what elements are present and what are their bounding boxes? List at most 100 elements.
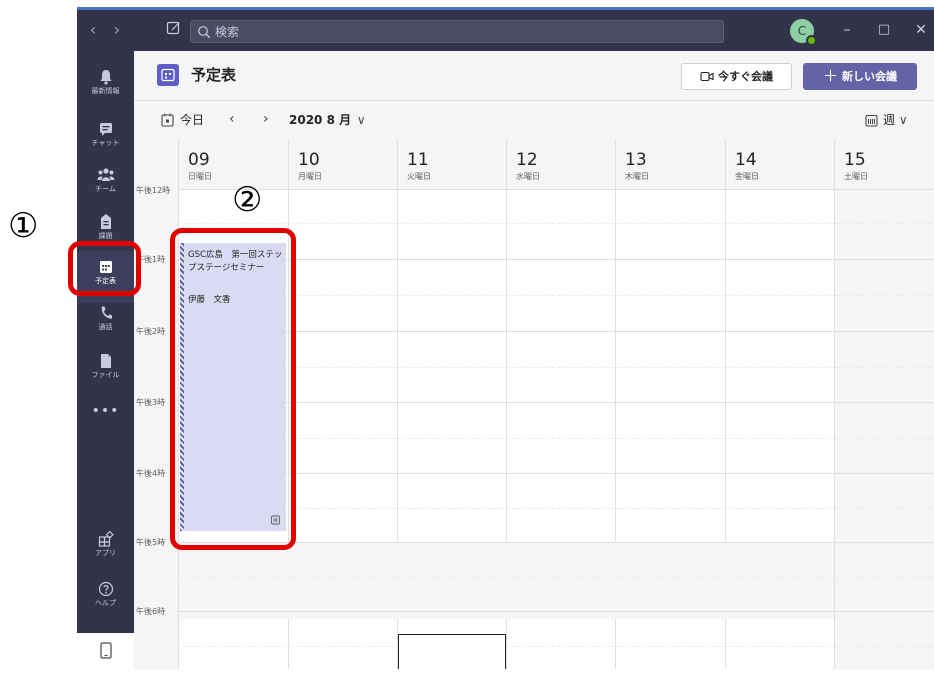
avatar[interactable]: C <box>790 19 817 46</box>
time-label: 午後3時 <box>136 398 166 407</box>
new-meeting-label: 新しい会議 <box>842 70 897 83</box>
rail-item-label: 最新情報 <box>91 87 120 95</box>
assignments-icon <box>100 214 111 229</box>
meet-now-button[interactable]: 今すぐ会議 <box>681 63 792 90</box>
day-name: 水曜日 <box>516 172 540 181</box>
hour-line <box>178 611 934 612</box>
calendar-header: 予定表 今すぐ会議 ＋ 新しい会議 <box>134 51 934 101</box>
calendar-app-icon <box>157 64 179 86</box>
rail-item-label: ヘルプ <box>95 599 116 607</box>
avatar-initial: C <box>797 24 807 38</box>
maximize-button[interactable]: □ <box>874 21 894 39</box>
rail-item-label: チーム <box>95 185 116 193</box>
forward-arrow-icon[interactable]: › <box>109 20 125 40</box>
day-number: 10 <box>298 150 320 170</box>
selected-time-slot[interactable] <box>398 634 506 669</box>
meet-now-label: 今すぐ会議 <box>718 70 773 83</box>
search-icon <box>198 26 211 39</box>
page-title: 予定表 <box>191 66 237 84</box>
chevron-down-icon: ∨ <box>353 113 366 127</box>
minimize-button[interactable]: – <box>837 21 857 39</box>
half-hour-line <box>178 646 934 647</box>
mobile-device-icon <box>99 642 112 659</box>
today-calendar-icon <box>161 113 174 127</box>
rail-item-chat[interactable]: チャット <box>77 113 134 165</box>
day-number: 13 <box>625 150 647 170</box>
file-icon <box>100 354 111 368</box>
help-icon <box>98 581 113 597</box>
screenshot-stage: ‹ › C – □ ✕ <box>0 0 934 675</box>
bell-icon <box>100 70 111 85</box>
time-label: 午後5時 <box>136 538 166 547</box>
day-name: 日曜日 <box>188 172 212 181</box>
day-number: 11 <box>407 150 429 170</box>
chevron-down-icon: ∨ <box>895 113 908 127</box>
rail-item-files[interactable]: ファイル <box>77 345 134 397</box>
rail-item-teams[interactable]: チーム <box>77 159 134 211</box>
day-header-wednesday[interactable]: 12 水曜日 <box>506 139 615 189</box>
rail-item-help[interactable]: ヘルプ <box>77 573 134 625</box>
device-button[interactable] <box>77 633 134 669</box>
time-label: 午後6時 <box>136 607 166 616</box>
previous-week-icon[interactable]: ‹ <box>229 110 235 128</box>
rail-item-apps[interactable]: アプリ <box>77 523 134 575</box>
search-input[interactable] <box>215 22 715 41</box>
rail-item-label: アプリ <box>95 549 116 557</box>
next-week-icon[interactable]: › <box>263 110 269 128</box>
day-number: 15 <box>844 150 866 170</box>
rail-item-activity[interactable]: 最新情報 <box>77 61 134 113</box>
annotation-marker-1: ① <box>8 206 39 246</box>
day-header-tuesday[interactable]: 11 火曜日 <box>397 139 506 189</box>
half-hour-line <box>178 223 934 224</box>
new-meeting-button[interactable]: ＋ 新しい会議 <box>803 63 917 90</box>
time-label: 午後2時 <box>136 327 166 336</box>
half-hour-line <box>178 577 934 578</box>
highlight-box-event <box>170 228 296 550</box>
day-header-friday[interactable]: 14 金曜日 <box>725 139 834 189</box>
month-picker[interactable]: 2020 8 月 ∨ <box>289 111 366 129</box>
phone-icon <box>101 306 112 319</box>
month-label: 2020 8 月 <box>289 113 352 127</box>
presence-status-icon <box>806 35 817 46</box>
day-name: 土曜日 <box>844 172 868 181</box>
window-accent-bar <box>77 7 934 10</box>
day-header-monday[interactable]: 10 月曜日 <box>288 139 397 189</box>
teams-icon <box>97 168 114 181</box>
apps-icon <box>98 531 114 547</box>
annotation-marker-2: ② <box>232 180 263 220</box>
day-name: 火曜日 <box>407 172 431 181</box>
highlight-box-calendar <box>68 241 141 296</box>
more-apps-icon[interactable]: ••• <box>77 403 134 419</box>
time-label: 午後12時 <box>136 186 171 195</box>
day-name: 木曜日 <box>625 172 649 181</box>
day-column-weekend[interactable] <box>834 189 934 669</box>
title-bar: ‹ › C – □ ✕ <box>77 10 934 51</box>
rail-item-label: チャット <box>91 139 120 147</box>
close-button[interactable]: ✕ <box>911 21 931 39</box>
view-switcher[interactable]: 週 ∨ <box>865 111 908 129</box>
compose-icon[interactable] <box>166 20 182 36</box>
day-number: 14 <box>735 150 757 170</box>
video-camera-icon <box>700 71 714 81</box>
day-number: 09 <box>188 150 210 170</box>
app-rail: 最新情報 チャット チーム 課題 予定表 通話 ファイル ••• アプリ ヘルプ <box>77 51 134 669</box>
rail-item-label: 通話 <box>98 323 113 331</box>
time-label: 午後4時 <box>136 469 166 478</box>
rail-item-calls[interactable]: 通話 <box>77 297 134 349</box>
day-number: 12 <box>516 150 538 170</box>
today-button[interactable]: 今日 <box>161 111 204 129</box>
day-name: 月曜日 <box>298 172 322 181</box>
plus-icon: ＋ <box>822 67 838 85</box>
off-hours-shading <box>179 542 834 619</box>
calendar-toolbar: 今日 ‹ › 2020 8 月 ∨ 週 ∨ <box>134 101 934 139</box>
rail-item-label: 課題 <box>98 232 113 240</box>
search-box[interactable] <box>190 20 724 43</box>
hour-line <box>178 189 934 190</box>
today-label: 今日 <box>180 113 205 127</box>
day-header-saturday[interactable]: 15 土曜日 <box>834 139 934 189</box>
day-header-thursday[interactable]: 13 木曜日 <box>615 139 725 189</box>
back-arrow-icon[interactable]: ‹ <box>85 20 101 40</box>
day-name: 金曜日 <box>735 172 759 181</box>
week-view-icon <box>865 114 878 127</box>
view-label: 週 <box>883 113 896 127</box>
